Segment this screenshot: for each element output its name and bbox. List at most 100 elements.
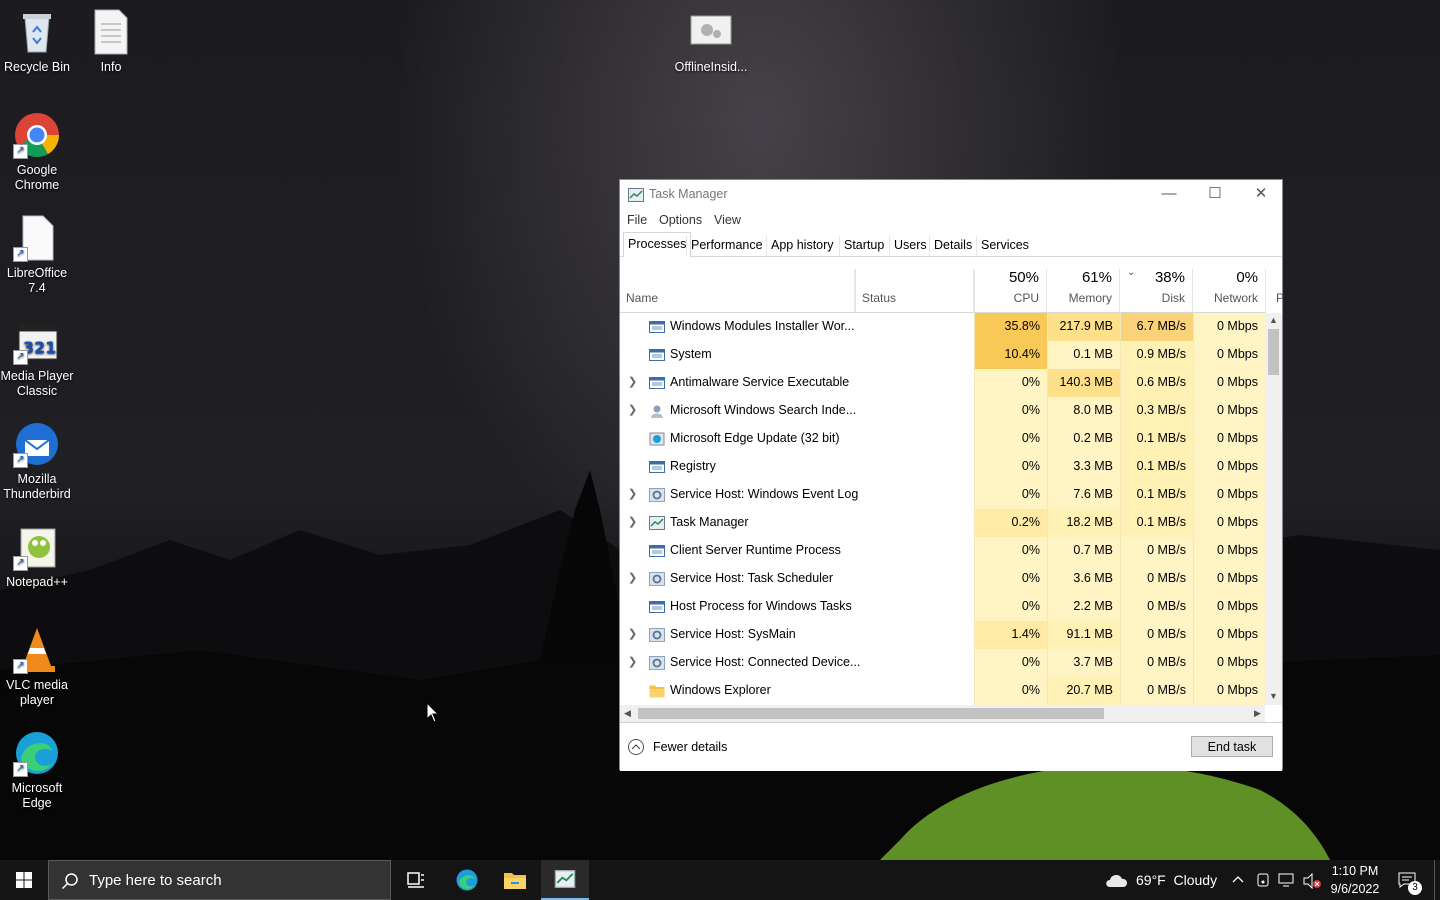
end-task-button[interactable]: End task (1191, 736, 1273, 757)
desktop-icon-mozilla-thunderbird[interactable]: ↗ Mozilla Thunderbird (0, 420, 74, 502)
tab-users[interactable]: Users (889, 236, 931, 256)
cpu-cell: 0% (974, 649, 1047, 677)
column-header-disk[interactable]: ⌄ 38% Disk (1120, 267, 1193, 313)
table-row[interactable]: Client Server Runtime Process 0% 0.7 MB 0 M… (620, 537, 1265, 565)
chevron-right-icon[interactable]: ❯ (628, 655, 638, 669)
column-header-cpu[interactable]: 50% CPU (974, 269, 1047, 313)
table-row[interactable]: ❯ Service Host: Connected Device... 0% 3.7 … (620, 649, 1265, 677)
tab-app-history[interactable]: App history (766, 236, 838, 256)
disk-cell: 0 MB/s (1120, 537, 1193, 565)
desktop-icon-google-chrome[interactable]: ↗ Google Chrome (0, 111, 74, 193)
scroll-left-arrow-icon[interactable]: ◀ (624, 708, 631, 719)
chevron-right-icon[interactable]: ❯ (628, 403, 638, 417)
action-center-button[interactable]: 3 (1396, 860, 1422, 900)
windows-logo-icon (16, 872, 32, 888)
process-list[interactable]: Windows Modules Installer Wor... 35.8% 217… (620, 313, 1265, 705)
memory-cell: 8.0 MB (1047, 397, 1120, 425)
close-button[interactable]: ✕ (1238, 180, 1284, 210)
table-row[interactable]: Windows Explorer 0% 20.7 MB 0 MB/s 0 Mbps (620, 677, 1265, 705)
desktop-icon-info[interactable]: Info (74, 8, 148, 75)
chevron-right-icon[interactable]: ❯ (628, 487, 638, 501)
vertical-scroll-thumb[interactable] (1268, 329, 1279, 375)
desktop-icon-libreoffice[interactable]: ↗ LibreOffice 7.4 (0, 214, 74, 296)
network-cell: 0 Mbps (1193, 509, 1265, 537)
tab-startup[interactable]: Startup (839, 236, 888, 256)
tray-device-icon[interactable] (1255, 860, 1271, 900)
table-row[interactable]: Microsoft Edge Update (32 bit) 0% 0.2 MB 0.… (620, 425, 1265, 453)
shortcut-arrow-icon: ↗ (13, 350, 28, 365)
maximize-button[interactable]: ☐ (1192, 180, 1238, 210)
chevron-right-icon[interactable]: ❯ (628, 571, 638, 585)
desktop-icon-microsoft-edge[interactable]: ↗ Microsoft Edge (0, 729, 74, 811)
desktop-icon-offlineinsider[interactable]: OfflineInsid... (674, 8, 748, 75)
table-row[interactable]: ❯ Service Host: Task Scheduler 0% 3.6 MB 0 M… (620, 565, 1265, 593)
desktop-icon-media-player-classic[interactable]: 321 ↗ Media Player Classic (0, 317, 74, 399)
clock[interactable]: 1:10 PM 9/6/2022 (1328, 860, 1382, 900)
shortcut-arrow-icon: ↗ (13, 453, 28, 468)
table-row[interactable]: Windows Modules Installer Wor... 35.8% 217… (620, 313, 1265, 341)
menu-options[interactable]: Options (659, 213, 702, 227)
vertical-scrollbar[interactable]: ▲ ▼ (1265, 313, 1282, 705)
cpu-cell: 0% (974, 677, 1047, 705)
table-row[interactable]: ❯ Task Manager 0.2% 18.2 MB 0.1 MB/s 0 Mbps (620, 509, 1265, 537)
taskbar-edge-button[interactable] (443, 860, 491, 900)
task-view-button[interactable] (392, 860, 440, 900)
column-header-power[interactable]: P (1266, 269, 1284, 313)
desktop-icon-vlc[interactable]: ↗ VLC media player (0, 626, 74, 708)
clapperboard-icon: 321 ↗ (13, 317, 61, 365)
table-row[interactable]: System 10.4% 0.1 MB 0.9 MB/s 0 Mbps (620, 341, 1265, 369)
desktop-icon-notepad-plus-plus[interactable]: ↗ Notepad++ (0, 523, 74, 590)
chevron-up-icon[interactable] (628, 739, 644, 755)
table-row[interactable]: Registry 0% 3.3 MB 0.1 MB/s 0 Mbps (620, 453, 1265, 481)
volume-button[interactable] (1302, 860, 1322, 900)
title-bar[interactable]: Task Manager — ☐ ✕ (620, 180, 1282, 210)
network-cell: 0 Mbps (1193, 369, 1265, 397)
show-hidden-icons-button[interactable] (1230, 860, 1248, 900)
memory-cell: 140.3 MB (1047, 369, 1120, 397)
volume-muted-icon (1303, 873, 1321, 889)
network-cell: 0 Mbps (1193, 565, 1265, 593)
table-row[interactable]: ❯ Microsoft Windows Search Inde... 0% 8.0 M… (620, 397, 1265, 425)
menu-view[interactable]: View (714, 213, 741, 227)
show-desktop-button[interactable] (1434, 860, 1440, 900)
gear-icon (649, 572, 665, 586)
column-header-network[interactable]: 0% Network (1193, 269, 1266, 313)
cpu-cell: 0.2% (974, 509, 1047, 537)
desktop-icon-recycle-bin[interactable]: Recycle Bin (0, 8, 74, 75)
taskbar-search-box[interactable]: Type here to search (48, 860, 391, 900)
table-row[interactable]: ❯ Service Host: SysMain 1.4% 91.1 MB 0 MB/s 0… (620, 621, 1265, 649)
network-cell: 0 Mbps (1193, 537, 1265, 565)
tab-performance[interactable]: Performance (686, 236, 767, 256)
minimize-button[interactable]: — (1146, 180, 1192, 210)
edge-icon (456, 869, 478, 891)
horizontal-scroll-thumb[interactable] (638, 708, 1104, 719)
shortcut-arrow-icon: ↗ (13, 144, 28, 159)
task-manager-window[interactable]: Task Manager — ☐ ✕ File Options View Pro… (619, 179, 1284, 771)
tab-services[interactable]: Services (976, 236, 1033, 256)
menu-file[interactable]: File (627, 213, 647, 227)
column-header-name[interactable]: Name (620, 269, 855, 313)
scroll-up-arrow-icon[interactable]: ▲ (1269, 315, 1278, 325)
tab-processes[interactable]: Processes (623, 232, 692, 258)
start-button[interactable] (0, 860, 48, 900)
memory-cell: 217.9 MB (1047, 313, 1120, 341)
window-app-icon (649, 376, 665, 390)
table-row[interactable]: Host Process for Windows Tasks 0% 2.2 MB 0 … (620, 593, 1265, 621)
fewer-details-link[interactable]: Fewer details (653, 740, 727, 754)
scroll-right-arrow-icon[interactable]: ▶ (1254, 708, 1261, 719)
taskbar-file-explorer-button[interactable] (491, 860, 539, 900)
horizontal-scrollbar[interactable]: ◀ ▶ (620, 705, 1265, 722)
shortcut-arrow-icon: ↗ (13, 556, 28, 571)
chevron-right-icon[interactable]: ❯ (628, 627, 638, 641)
task-manager-icon (554, 870, 576, 888)
column-header-memory[interactable]: 61% Memory (1047, 269, 1120, 313)
scroll-down-arrow-icon[interactable]: ▼ (1269, 691, 1278, 701)
table-row[interactable]: ❯ Antimalware Service Executable 0% 140.3 M… (620, 369, 1265, 397)
chevron-right-icon[interactable]: ❯ (628, 375, 638, 389)
table-row[interactable]: ❯ Service Host: Windows Event Log 0% 7.6 MB… (620, 481, 1265, 509)
tab-details[interactable]: Details (929, 236, 976, 256)
network-status-button[interactable] (1278, 860, 1296, 900)
chevron-right-icon[interactable]: ❯ (628, 515, 638, 529)
taskbar-task-manager-button[interactable] (541, 860, 589, 900)
column-header-status[interactable]: Status (855, 269, 974, 313)
